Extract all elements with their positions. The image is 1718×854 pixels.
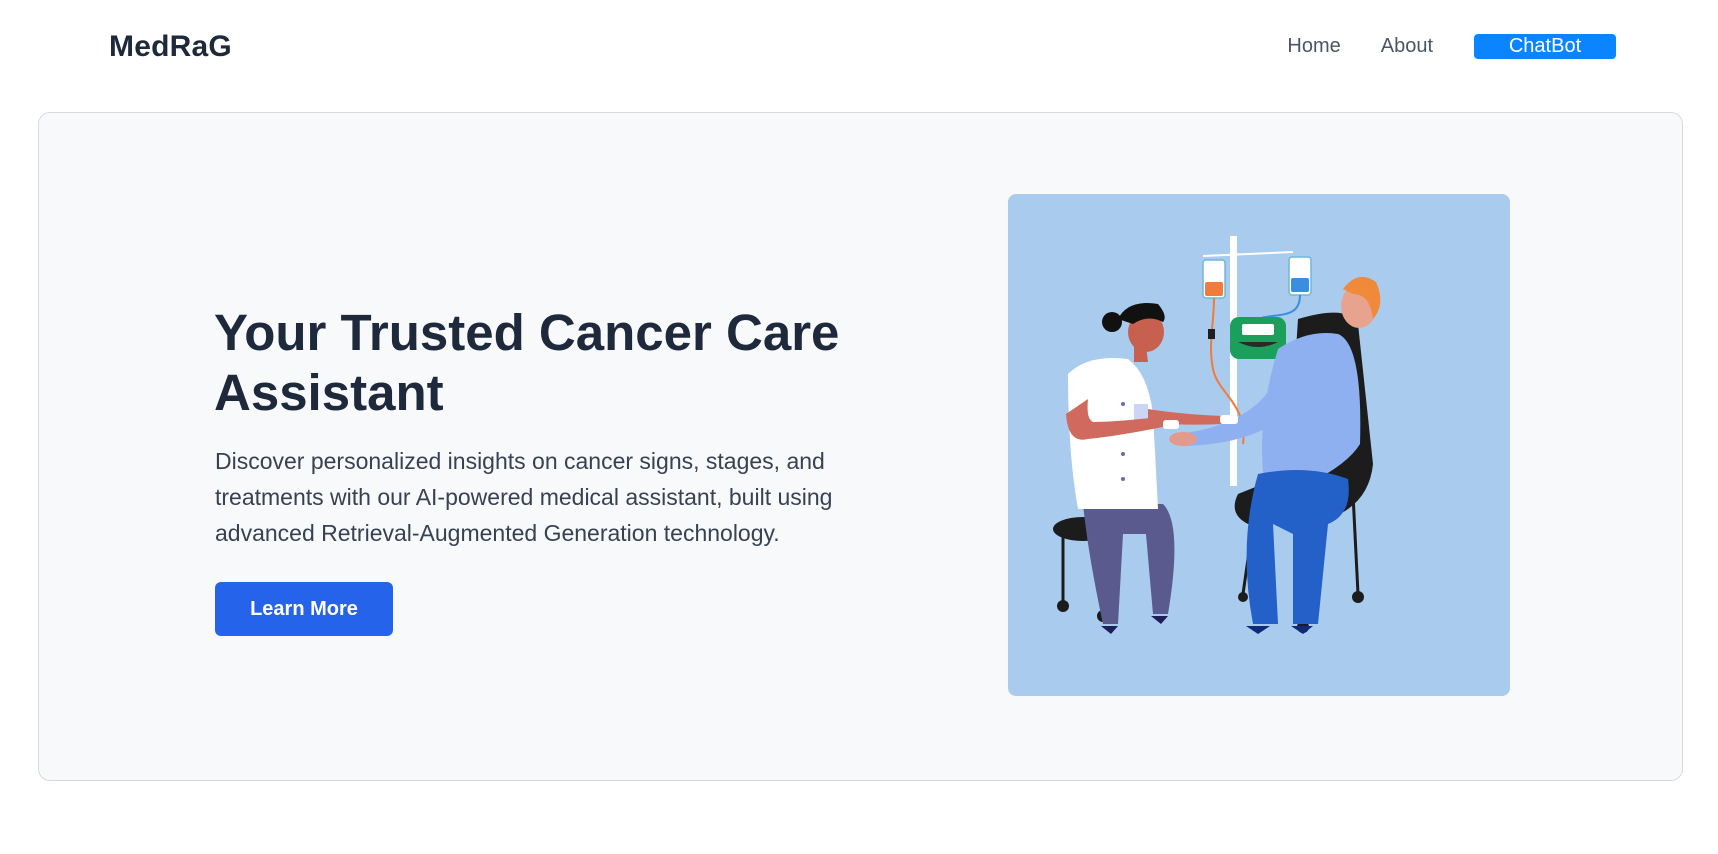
brand-logo[interactable]: MedRaG [109, 30, 232, 64]
chatbot-button[interactable]: ChatBot [1474, 34, 1616, 59]
hero-card: Your Trusted Cancer Care Assistant Disco… [38, 112, 1683, 781]
hero-title: Your Trusted Cancer Care Assistant [214, 304, 840, 421]
hero-description: Discover personalized insights on cancer… [215, 448, 833, 546]
nav-link-about[interactable]: About [1381, 35, 1433, 58]
top-navigation: MedRaG Home About ChatBot [0, 0, 1718, 95]
learn-more-button[interactable]: Learn More [215, 582, 393, 636]
chemotherapy-illustration [1008, 194, 1510, 696]
chemotherapy-infusion-illustration-icon [1053, 236, 1381, 634]
nav-links: Home About ChatBot [1287, 34, 1616, 59]
nav-link-home[interactable]: Home [1287, 35, 1340, 58]
